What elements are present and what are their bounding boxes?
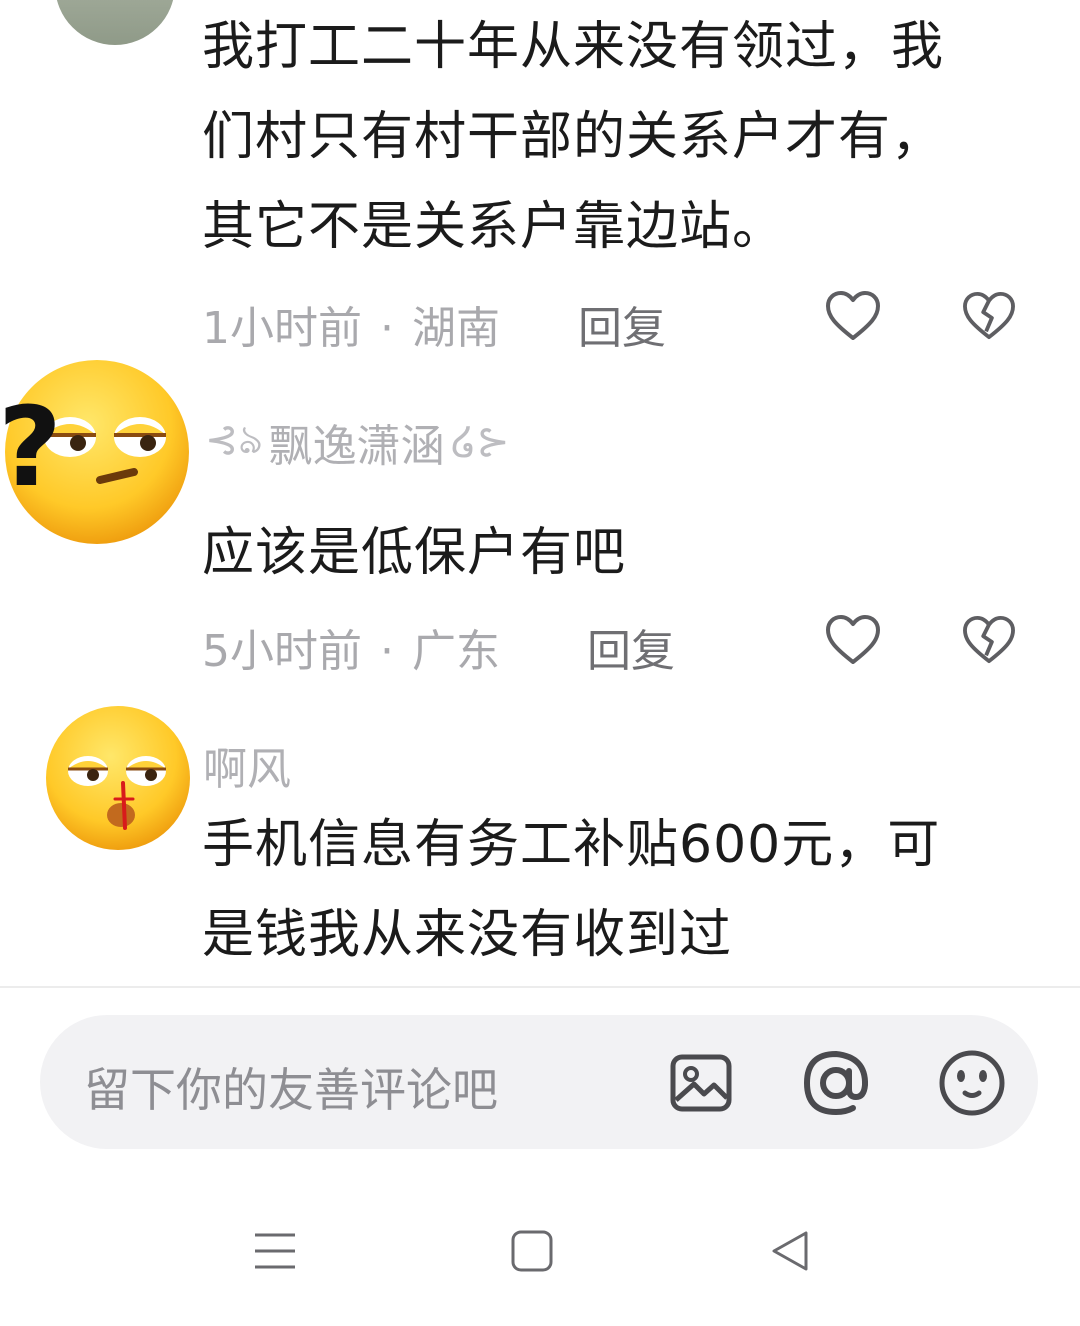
broken-heart-icon[interactable] bbox=[960, 287, 1018, 345]
image-icon[interactable] bbox=[668, 1050, 734, 1116]
heart-outline-icon[interactable] bbox=[824, 611, 882, 669]
back-icon[interactable] bbox=[765, 1226, 815, 1276]
avatar[interactable] bbox=[55, 0, 175, 45]
avatar[interactable]: ? bbox=[0, 355, 195, 550]
divider bbox=[0, 986, 1080, 988]
emoji-icon[interactable] bbox=[936, 1047, 1008, 1119]
reply-button[interactable]: 回复 bbox=[578, 292, 666, 356]
comment-meta: 5小时前 · 广东 bbox=[202, 626, 500, 677]
avatar[interactable] bbox=[43, 703, 193, 853]
svg-text:?: ? bbox=[0, 383, 62, 511]
comment-time: 1小时前 bbox=[202, 303, 362, 354]
comment-meta: 1小时前 · 湖南 bbox=[202, 303, 500, 354]
comment-location: 湖南 bbox=[412, 303, 500, 354]
menu-icon[interactable] bbox=[250, 1226, 300, 1276]
decoration-icon: ໒⊱ bbox=[450, 418, 510, 465]
username[interactable]: ⊰ঌ 飘逸潇涵 ໒⊱ bbox=[205, 408, 510, 475]
at-icon[interactable] bbox=[800, 1047, 872, 1119]
comment-text: 我打工二十年从来没有领过，我 们村只有村干部的关系户才有， 其它不是关系户靠边站… bbox=[202, 17, 945, 257]
comment-time: 5小时前 bbox=[202, 626, 362, 677]
comment-text: 应该是低保户有吧 bbox=[202, 523, 627, 583]
broken-heart-icon[interactable] bbox=[960, 611, 1018, 669]
home-icon[interactable] bbox=[507, 1226, 557, 1276]
heart-outline-icon[interactable] bbox=[824, 287, 882, 345]
comment-text: 手机信息有务工补贴600元，可 是钱我从来没有收到过 bbox=[202, 815, 941, 965]
comment-location: 广东 bbox=[412, 626, 500, 677]
reply-button[interactable]: 回复 bbox=[587, 615, 675, 679]
comment-input-placeholder[interactable]: 留下你的友善评论吧 bbox=[84, 1054, 498, 1120]
username[interactable]: 啊风 bbox=[203, 733, 291, 797]
decoration-icon: ⊰ঌ bbox=[205, 417, 263, 463]
